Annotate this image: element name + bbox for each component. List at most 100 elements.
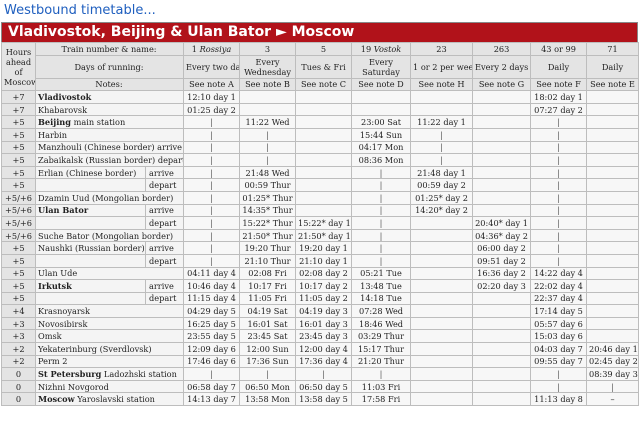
time-value: 03:29 Thur (357, 331, 405, 342)
station-name: Khabarovsk (38, 104, 88, 115)
days-cell: 1 or 2 per week (410, 54, 474, 79)
time-cell (586, 102, 640, 117)
time-cell: | (351, 178, 412, 192)
time-value: | (379, 243, 383, 254)
days-cell: Every Saturday (351, 54, 412, 79)
time-value: | (557, 117, 560, 128)
note-link[interactable]: See note C (295, 77, 353, 92)
timetable-table: Hours ahead of Moscow Train number & name… (1, 41, 640, 407)
time-value: 16:01 day 3 (299, 318, 348, 329)
time-value: | (557, 180, 560, 191)
note-link[interactable]: See note B (239, 77, 297, 92)
time-value: 11:05 day 2 (299, 293, 348, 304)
time-cell: 11:22 day 1 (410, 115, 474, 129)
time-cell (472, 342, 532, 356)
time-cell: | (530, 178, 588, 192)
station-name: Omsk (38, 331, 62, 342)
note-link[interactable]: See note D (351, 77, 412, 92)
train-number: 23 (436, 43, 447, 54)
time-value: 19:20 Thur (244, 243, 291, 254)
time-cell: | (183, 241, 241, 255)
hours-ahead-cell: +5/+6 (1, 216, 36, 230)
hours-ahead-cell: +2 (1, 342, 36, 356)
time-cell: | (530, 127, 588, 142)
time-cell: 16:01 Sat (239, 316, 297, 331)
time-cell: 12:09 day 6 (183, 342, 241, 356)
time-cell: | (183, 367, 241, 381)
time-value: 12:09 day 6 (187, 343, 236, 354)
time-cell: 17:58 Fri (351, 392, 412, 407)
time-value: 13:58 day 5 (299, 394, 348, 405)
note-link[interactable]: See note A (183, 77, 241, 92)
time-value: 20:46 day 1 (589, 343, 638, 354)
time-value: 01:25* Thur (242, 192, 293, 203)
time-value: 06:58 day 7 (187, 381, 236, 392)
time-cell: | (183, 140, 241, 155)
station-name: Yekaterinburg (Sverdlovsk) (38, 343, 152, 354)
hours-ahead-cell: +3 (1, 329, 36, 344)
time-cell: 23:45 day 3 (295, 329, 353, 344)
time-cell: | (530, 115, 588, 129)
time-value: | (611, 381, 614, 392)
station-cell (35, 178, 146, 192)
time-value: | (557, 217, 560, 228)
time-value: 23:45 Sat (247, 331, 288, 342)
time-cell: 10:17 Fri (239, 279, 297, 293)
time-value: | (557, 255, 560, 266)
time-cell: 11:22 Wed (239, 115, 297, 129)
time-value: 11:05 Fri (248, 293, 287, 304)
arrive-depart: arrive (144, 165, 185, 180)
note-link[interactable]: See note H (410, 77, 474, 92)
time-cell: | (295, 367, 353, 381)
train-label: Train number & name: (34, 42, 185, 56)
time-cell: | (530, 253, 588, 268)
time-cell (410, 291, 474, 306)
station-name-bold: Beijing (38, 117, 71, 128)
time-cell (472, 291, 532, 306)
time-cell: 17:36 Sun (239, 354, 297, 369)
time-cell: | (530, 165, 588, 180)
time-cell (586, 165, 640, 180)
time-value: 00:59 Thur (244, 180, 291, 191)
time-cell (472, 392, 532, 407)
note-link[interactable]: See note G (472, 77, 532, 92)
time-cell (472, 90, 532, 104)
time-cell (410, 329, 474, 344)
time-cell: 08:39 day 3 (586, 367, 640, 381)
time-cell (586, 291, 640, 306)
time-cell (472, 102, 532, 117)
arrive-depart: depart (144, 253, 185, 268)
time-value: | (557, 369, 560, 380)
station-cell (35, 253, 146, 268)
table-row: +5 Beijing main station | 11:22 Wed 23:00 Sa… (1, 115, 640, 129)
time-cell: 02:20 day 3 (472, 279, 532, 293)
time-value: 09:55 day 7 (534, 356, 583, 367)
table-row: +5 Naushki (Russian border) arrive | 19:20 T… (1, 241, 640, 255)
hours-ahead-cell: +5 (1, 178, 36, 192)
time-cell (410, 216, 474, 230)
time-cell: 13:58 day 5 (295, 392, 353, 407)
time-value: | (440, 129, 443, 140)
time-cell: 16:25 day 5 (183, 316, 241, 331)
time-cell: 18:46 Wed (351, 316, 412, 331)
time-value: 17:14 day 5 (534, 306, 583, 317)
hours-ahead-cell: +5 (1, 127, 36, 142)
header-row-days: Days of running:Every two daysEvery Wedn… (2, 54, 640, 79)
time-value: | (379, 255, 383, 266)
station-name-bold: Vladivostok (38, 91, 92, 102)
train-name: Vostok (373, 43, 402, 54)
time-cell (410, 354, 474, 369)
time-value: | (210, 243, 213, 254)
time-value: 22:37 day 4 (534, 293, 583, 304)
train-number: 19 (360, 43, 372, 54)
page-heading: Westbound timetable... (4, 3, 156, 18)
time-cell: 21:50* day 1 (295, 228, 353, 243)
time-value: 12:10 day 1 (187, 91, 236, 102)
note-link[interactable]: See note F (530, 77, 588, 92)
time-value: 02:45 day 2 (589, 356, 638, 367)
time-cell: 11:05 Fri (239, 291, 297, 306)
time-value: | (557, 142, 560, 153)
note-link[interactable]: See note E (586, 77, 640, 92)
time-value: | (210, 369, 213, 380)
time-cell (472, 367, 532, 381)
